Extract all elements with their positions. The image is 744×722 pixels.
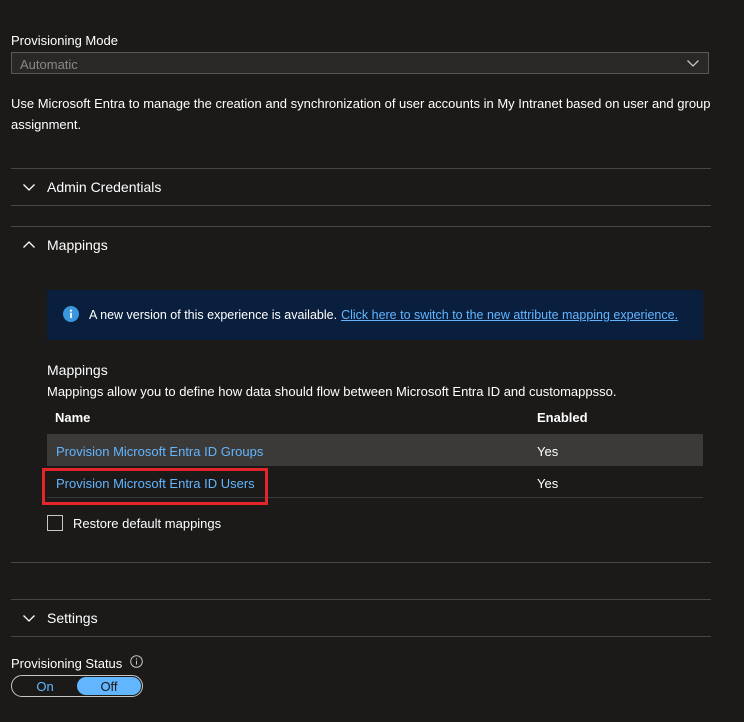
provisioning-status-toggle[interactable]: On Off xyxy=(11,675,143,697)
divider xyxy=(11,562,711,563)
mapping-groups-enabled: Yes xyxy=(537,444,559,459)
chevron-up-icon xyxy=(21,237,37,253)
column-header-enabled: Enabled xyxy=(537,410,588,425)
settings-title: Settings xyxy=(47,610,98,626)
mappings-table: Name Enabled Provision Microsoft Entra I… xyxy=(47,404,703,498)
divider xyxy=(11,636,711,637)
mapping-users-link[interactable]: Provision Microsoft Entra ID Users xyxy=(56,476,255,491)
banner-text: A new version of this experience is avai… xyxy=(89,308,338,322)
provisioning-mode-dropdown[interactable]: Automatic xyxy=(11,52,709,74)
mappings-header[interactable]: Mappings xyxy=(11,227,711,263)
restore-default-mappings[interactable]: Restore default mappings xyxy=(47,515,221,531)
table-header: Name Enabled xyxy=(47,404,703,434)
status-off-option[interactable]: Off xyxy=(77,677,141,695)
info-banner: A new version of this experience is avai… xyxy=(47,290,703,340)
info-icon xyxy=(63,305,79,325)
column-header-name: Name xyxy=(55,410,91,425)
chevron-down-icon xyxy=(686,56,700,73)
admin-credentials-title: Admin Credentials xyxy=(47,179,162,195)
provisioning-mode-value: Automatic xyxy=(20,57,78,72)
table-row[interactable]: Provision Microsoft Entra ID Groups Yes xyxy=(47,434,703,466)
admin-credentials-header[interactable]: Admin Credentials xyxy=(11,169,711,205)
chevron-down-icon xyxy=(21,610,37,626)
provisioning-status-label: Provisioning Status xyxy=(11,655,144,671)
provisioning-mode-label: Provisioning Mode xyxy=(11,33,118,48)
restore-checkbox[interactable] xyxy=(47,515,63,531)
provisioning-status-text: Provisioning Status xyxy=(11,655,123,671)
mapping-users-enabled: Yes xyxy=(537,476,559,491)
provisioning-description: Use Microsoft Entra to manage the creati… xyxy=(11,96,711,132)
mappings-title: Mappings xyxy=(47,362,108,378)
chevron-down-icon xyxy=(21,179,37,195)
status-on-option[interactable]: On xyxy=(13,677,77,695)
mappings-section-title: Mappings xyxy=(47,237,108,253)
settings-header[interactable]: Settings xyxy=(11,600,711,636)
divider xyxy=(11,205,711,206)
info-icon[interactable] xyxy=(130,655,144,671)
restore-label: Restore default mappings xyxy=(73,515,222,531)
mapping-groups-link[interactable]: Provision Microsoft Entra ID Groups xyxy=(56,444,263,459)
mappings-description: Mappings allow you to define how data sh… xyxy=(47,384,617,399)
new-mapping-experience-link[interactable]: Click here to switch to the new attribut… xyxy=(341,308,678,322)
table-row[interactable]: Provision Microsoft Entra ID Users Yes xyxy=(47,466,703,498)
